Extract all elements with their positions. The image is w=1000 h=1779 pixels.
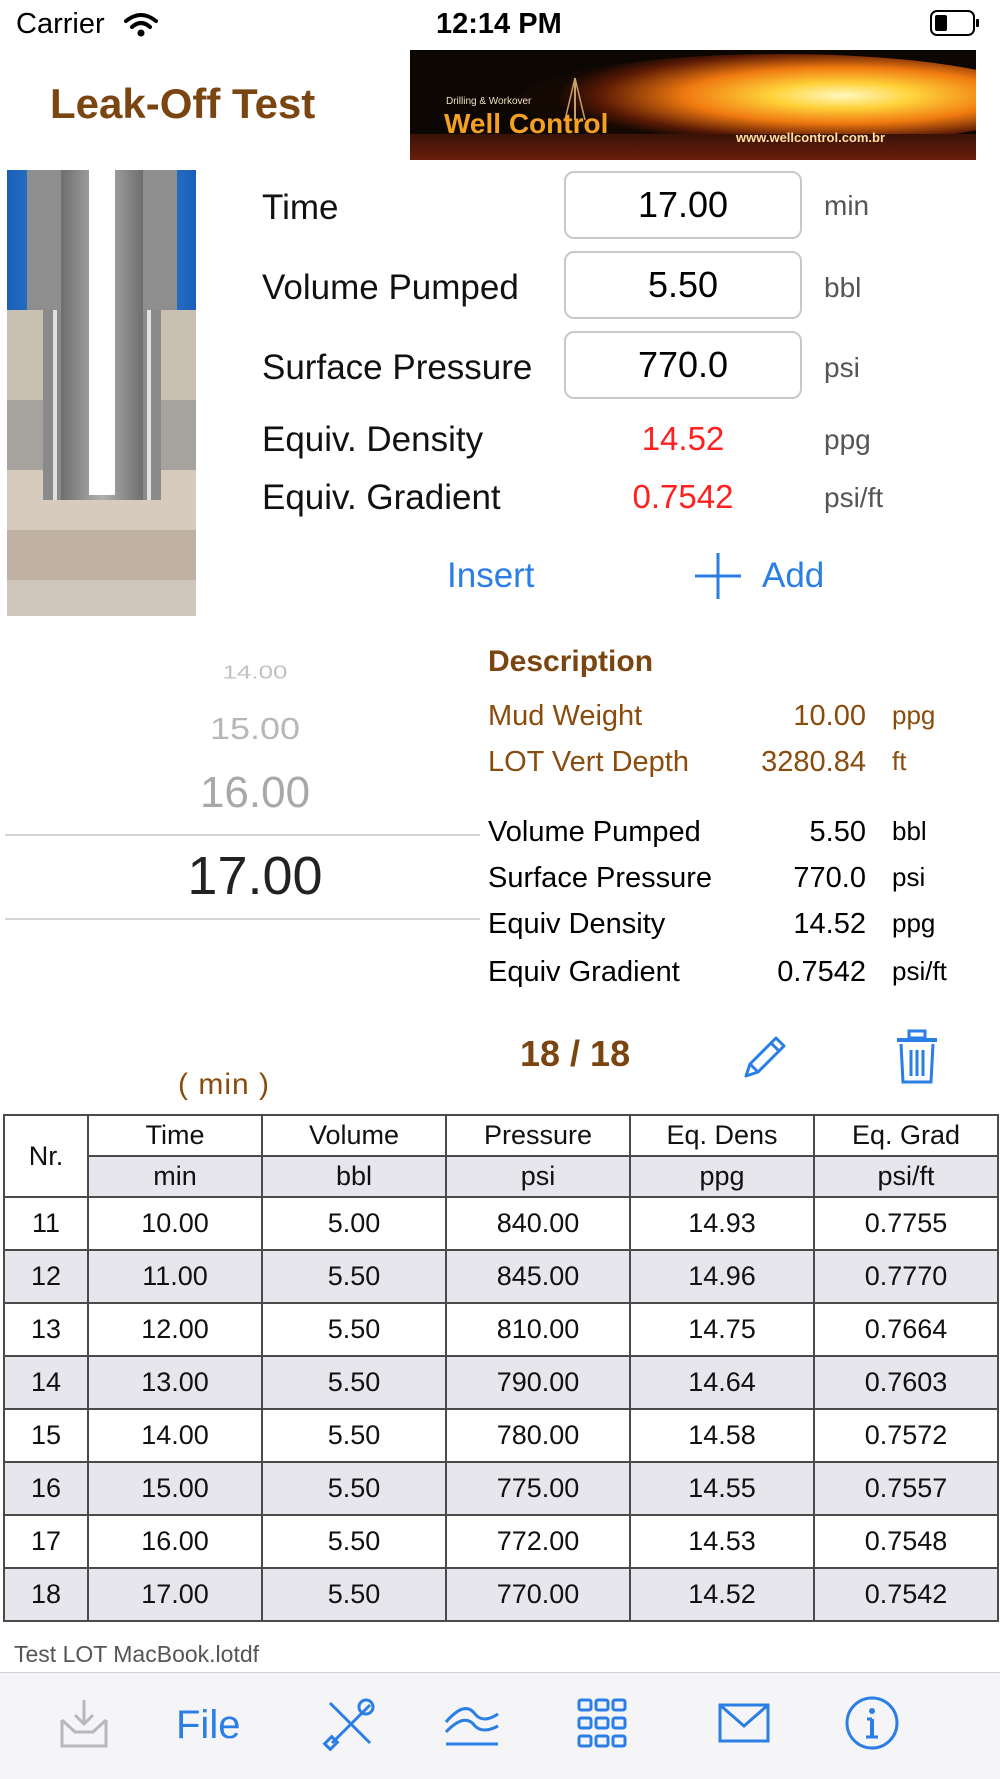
time-unit: min	[824, 190, 870, 221]
table-row[interactable]: 11 10.00 5.00 840.00 14.93 0.7755	[3, 1196, 999, 1251]
lot-data-table: Nr. Time Volume Pressure Eq. Dens Eq. Gr…	[3, 1114, 999, 1622]
grid-icon[interactable]	[572, 1693, 632, 1753]
desc-pressure-value: 770.0	[793, 862, 866, 894]
gradient-value: 0.7542	[632, 478, 734, 515]
col-header-eq-grad: Eq. Grad	[813, 1114, 999, 1157]
time-input[interactable]	[564, 171, 802, 239]
volume-input[interactable]	[564, 251, 802, 319]
density-unit: ppg	[824, 424, 871, 455]
mud-weight-row: Mud Weight 10.00 ppg	[488, 700, 948, 740]
picker-value: 15.00	[209, 711, 301, 746]
pressure-unit: psi	[824, 352, 860, 383]
table-row[interactable]: 15 14.00 5.50 780.00 14.58 0.7572	[3, 1408, 999, 1463]
col-unit-eq-dens: ppg	[629, 1155, 815, 1198]
mud-weight-label: Mud Weight	[488, 700, 643, 732]
volume-unit: bbl	[824, 272, 862, 303]
col-unit-pressure: psi	[445, 1155, 631, 1198]
lot-depth-row: LOT Vert Depth 3280.84 ft	[488, 746, 948, 786]
add-button[interactable]: Add	[762, 556, 824, 596]
time-picker-wheel[interactable]: 14.00 15.00 16.00 17.00	[5, 655, 505, 915]
volume-label: Volume Pumped	[262, 268, 519, 307]
wellbore-illustration	[7, 170, 196, 616]
desc-volume-value: 5.50	[809, 816, 866, 848]
banner-line1: Drilling & Workover	[446, 96, 532, 107]
table-row[interactable]: 12 11.00 5.50 845.00 14.96 0.7770	[3, 1249, 999, 1304]
picker-unit-label: ( min )	[178, 1068, 270, 1101]
description-title: Description	[488, 645, 654, 678]
col-header-eq-dens: Eq. Dens	[629, 1114, 815, 1157]
desc-volume-label: Volume Pumped	[488, 816, 701, 848]
col-header-pressure: Pressure	[445, 1114, 631, 1157]
picker-divider	[5, 834, 480, 836]
desc-pressure-unit: psi	[892, 862, 926, 892]
pressure-input[interactable]	[564, 331, 802, 399]
col-header-volume: Volume	[261, 1114, 447, 1157]
app-title: Leak-Off Test	[50, 80, 316, 127]
lot-depth-unit: ft	[892, 746, 907, 776]
desc-pressure-row: Surface Pressure 770.0 psi	[488, 862, 948, 902]
time-label: Time	[262, 188, 339, 227]
col-unit-volume: bbl	[261, 1155, 447, 1198]
inbox-icon[interactable]	[54, 1693, 114, 1753]
table-row[interactable]: 18 17.00 5.50 770.00 14.52 0.7542	[3, 1567, 999, 1622]
density-label: Equiv. Density	[262, 420, 484, 459]
desc-gradient-row: Equiv Gradient 0.7542 psi/ft	[488, 956, 948, 996]
carrier-label: Carrier	[16, 8, 105, 40]
desc-gradient-unit: psi/ft	[892, 956, 947, 986]
well-control-banner[interactable]: Drilling & Workover Well Control www.wel…	[410, 50, 976, 160]
desc-volume-unit: bbl	[892, 816, 927, 846]
col-unit-time: min	[87, 1155, 263, 1198]
lot-depth-label: LOT Vert Depth	[488, 746, 689, 778]
tools-icon[interactable]	[320, 1693, 380, 1753]
pencil-icon[interactable]	[736, 1030, 792, 1086]
file-button[interactable]: File	[176, 1703, 240, 1748]
desc-pressure-label: Surface Pressure	[488, 862, 713, 894]
pressure-label: Surface Pressure	[262, 348, 533, 387]
density-value: 14.52	[641, 420, 725, 457]
table-row[interactable]: 13 12.00 5.50 810.00 14.75 0.7664	[3, 1302, 999, 1357]
desc-density-label: Equiv Density	[488, 908, 666, 940]
picker-value: 16.00	[199, 768, 311, 817]
table-row[interactable]: 14 13.00 5.50 790.00 14.64 0.7603	[3, 1355, 999, 1410]
wifi-icon	[124, 13, 158, 37]
lot-depth-value: 3280.84	[761, 746, 866, 778]
mud-weight-unit: ppg	[892, 700, 936, 730]
table-row[interactable]: 17 16.00 5.50 772.00 14.53 0.7548	[3, 1514, 999, 1569]
banner-line2: Well Control	[444, 108, 609, 139]
gradient-label: Equiv. Gradient	[262, 478, 501, 517]
mail-icon[interactable]	[714, 1693, 774, 1753]
insert-button[interactable]: Insert	[447, 556, 535, 596]
battery-icon	[930, 10, 979, 36]
chart-icon[interactable]	[442, 1693, 502, 1753]
picker-value: 14.00	[222, 661, 288, 683]
mud-weight-value: 10.00	[793, 700, 866, 732]
clock: 12:14 PM	[436, 8, 562, 40]
bottom-toolbar: File	[0, 1672, 1000, 1779]
info-icon[interactable]	[842, 1693, 902, 1753]
desc-gradient-value: 0.7542	[777, 956, 866, 988]
table-row[interactable]: 16 15.00 5.50 775.00 14.55 0.7557	[3, 1461, 999, 1516]
gradient-unit: psi/ft	[824, 482, 884, 513]
picker-divider	[5, 918, 480, 920]
picker-selected-value: 17.00	[187, 846, 323, 906]
trash-icon[interactable]	[892, 1028, 942, 1086]
desc-density-value: 14.52	[793, 908, 866, 940]
desc-gradient-label: Equiv Gradient	[488, 956, 680, 988]
record-counter: 18 / 18	[520, 1033, 631, 1074]
desc-density-row: Equiv Density 14.52 ppg	[488, 908, 948, 948]
col-unit-eq-grad: psi/ft	[813, 1155, 999, 1198]
col-header-time: Time	[87, 1114, 263, 1157]
file-name: Test LOT MacBook.lotdf	[14, 1641, 260, 1667]
desc-volume-row: Volume Pumped 5.50 bbl	[488, 816, 948, 856]
col-header-nr: Nr.	[3, 1114, 89, 1198]
desc-density-unit: ppg	[892, 908, 936, 938]
banner-url: www.wellcontrol.com.br	[736, 130, 886, 145]
add-icon[interactable]	[692, 550, 744, 602]
